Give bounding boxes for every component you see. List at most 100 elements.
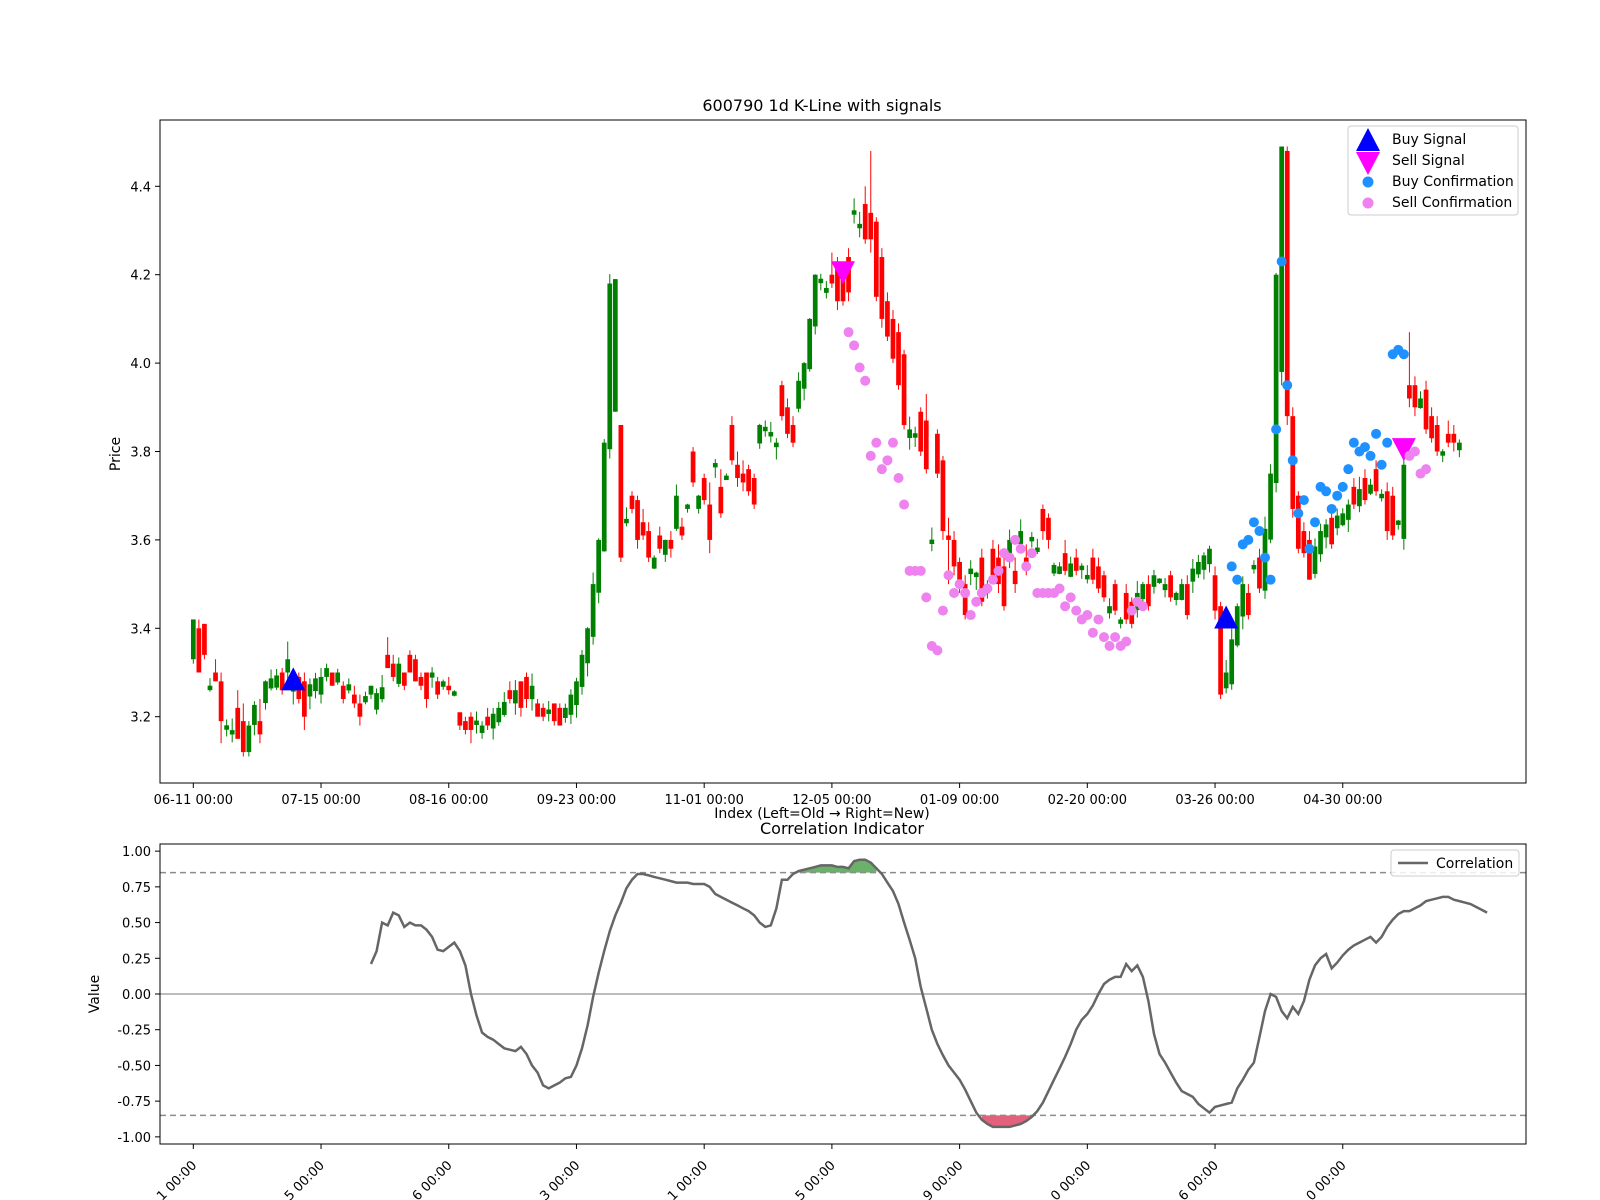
candle-body [1123,592,1129,620]
candle-body [807,318,813,370]
candle-body [346,684,352,691]
candle-body [896,332,901,386]
candle-body [1445,433,1451,443]
candle-body [1073,557,1079,571]
sell-confirmation-marker [943,570,954,581]
buy-confirmation-marker [1248,517,1259,528]
candle-body [1179,584,1185,600]
sell-confirmation-marker [1082,610,1093,621]
candle-body [1273,274,1279,484]
candle-body [518,681,524,708]
candle-body [1240,584,1246,617]
kline-y-tick-label: 4.0 [130,357,151,372]
candle-body [851,210,857,215]
candle-body [1345,504,1351,520]
candle-body [1251,564,1257,570]
legend-sell-signal-label: Sell Signal [1392,153,1465,169]
candle-body [207,685,213,691]
candle-body [1157,578,1162,583]
buy-confirmation-marker [1337,481,1348,492]
candle-body [696,495,701,509]
candle-body [1412,385,1418,408]
candle-body [274,675,279,688]
buy-confirmation-marker [1254,526,1265,537]
candle-body [496,707,502,723]
candle-body [568,694,574,715]
candle-body [907,429,912,438]
candle-body [479,725,485,733]
candle-body [751,478,757,505]
candle-body [790,424,796,443]
legend-buy-confirmation-icon [1362,176,1374,188]
candle-body [474,720,479,725]
buy-confirmation-marker [1376,459,1387,470]
sell-confirmation-marker [882,455,893,466]
kline-legend: Buy Signal Sell Signal Buy Confirmation … [1347,125,1519,216]
candle-body [890,318,896,359]
buy-confirmation-marker [1260,552,1271,563]
kline-y-tick-label: 3.6 [130,534,151,549]
kline-title: 600790 1d K-Line with signals [702,96,941,115]
candle-body [418,676,424,686]
buy-confirmation-marker [1371,428,1382,439]
sell-confirmation-marker [1093,614,1104,625]
candle-body [1101,575,1107,598]
correlation-y-tick-label: 0.25 [122,952,151,967]
candle-body [524,676,529,700]
candle-body [868,212,874,240]
buy-confirmation-marker [1232,574,1243,585]
candle-body [1407,385,1412,399]
candle-body [246,725,252,753]
sell-confirmation-marker [1021,561,1032,572]
candle-body [451,691,457,696]
buy-confirmation-marker [1271,424,1282,435]
candle-body [1334,515,1340,529]
candle-body [690,451,696,483]
sell-confirmation-marker [843,327,854,338]
candle-body [396,663,402,684]
sell-confirmation-marker [987,574,998,585]
candle-body [1351,486,1357,505]
candle-body [579,654,585,687]
kline-x-tick-label: 02-20 00:00 [1048,793,1127,808]
candle-body [385,654,391,669]
buy-confirmation-marker [1282,380,1293,391]
candle-body [651,557,657,569]
candle-body [257,721,263,735]
candle-body [1162,584,1168,591]
candle-body [1084,574,1090,580]
candle-body [801,363,807,389]
candle-body [1201,555,1207,570]
candle-body [440,681,446,687]
sell-confirmation-marker [1104,640,1115,651]
candle-body [562,707,568,718]
candle-body [668,539,674,549]
candle-body [1418,398,1423,409]
buy-confirmation-marker [1365,450,1376,461]
buy-confirmation-marker [1276,256,1287,267]
candle-body [707,504,713,540]
candle-body [935,433,940,474]
candle-body [1329,517,1335,545]
sell-confirmation-marker [937,605,948,616]
candle-body [901,354,907,425]
candle-body [1107,606,1112,614]
sell-confirmation-marker [1071,605,1082,616]
candle-body [1257,557,1262,589]
kline-y-tick-label: 3.2 [130,711,151,726]
sell-confirmation-marker [865,450,876,461]
candle-body [1401,464,1407,539]
candle-body [1362,478,1368,501]
candle-body [596,539,602,593]
candle-body [557,707,563,726]
candle-body [635,500,640,540]
candle-body [1207,548,1212,565]
kline-y-tick-label: 3.8 [130,446,151,461]
candle-body [435,681,441,695]
candle-body [1373,469,1379,492]
legend-sell-confirmation-icon [1362,197,1374,209]
candle-body [335,672,341,683]
candle-body [229,730,235,735]
figure: 600790 1d K-Line with signals Price Inde… [0,0,1600,1200]
correlation-y-tick-label: -1.00 [117,1131,151,1146]
